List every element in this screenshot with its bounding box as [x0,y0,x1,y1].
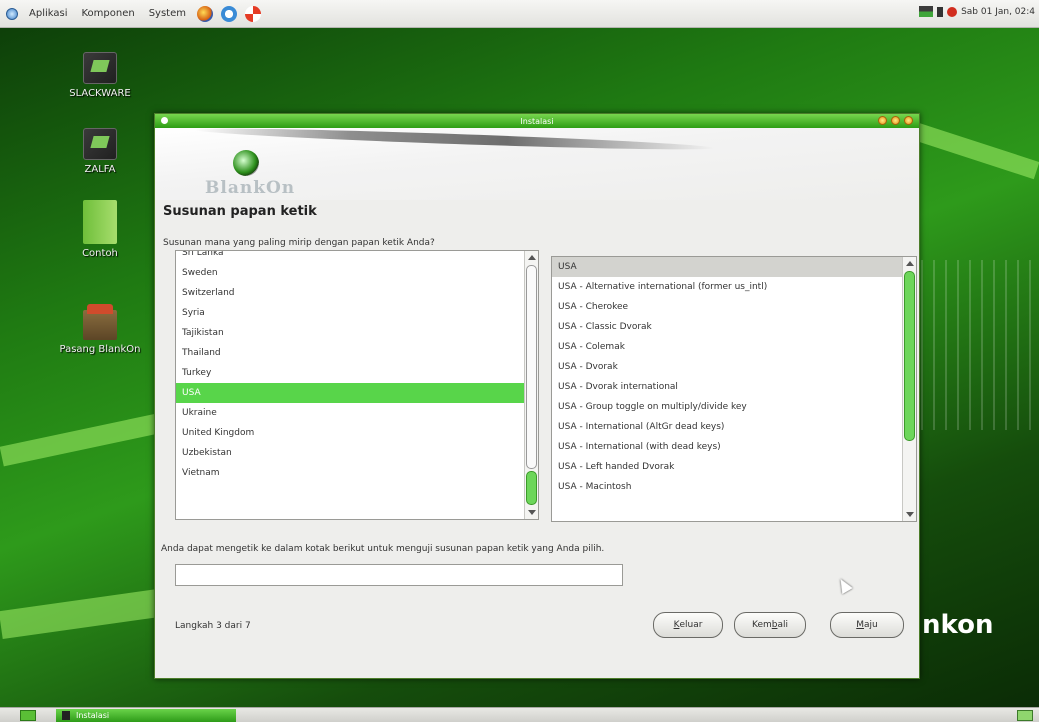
drive-icon [83,52,117,84]
banner-swoosh [194,128,716,154]
window-menu-icon[interactable] [161,117,168,124]
list-item[interactable]: USA - Colemak [552,337,916,357]
desktop-icon-slackware[interactable]: SLACKWARE [45,52,155,99]
taskbar-window-button[interactable]: Instalasi [56,709,236,722]
list-item[interactable]: USA - International (AltGr dead keys) [552,417,916,437]
next-mnemonic: M [856,620,865,630]
list-item[interactable]: Thailand [176,343,538,363]
list-item[interactable]: USA - Left handed Dvorak [552,457,916,477]
wallpaper-stripe [0,413,161,467]
volume-icon[interactable] [937,6,944,17]
desktop-icon-install[interactable]: Pasang BlankOn [45,304,155,355]
applications-menu-icon[interactable] [6,7,18,20]
firefox-icon[interactable] [197,5,213,22]
wallpaper-bridge [909,260,1039,430]
window-titlebar[interactable]: Instalasi [155,114,919,128]
show-desktop-icon[interactable] [20,710,36,721]
desktop-icon-contoh[interactable]: Contoh [45,200,155,259]
list-item[interactable]: USA - Group toggle on multiply/divide ke… [552,397,916,417]
blankon-logo-icon [233,150,259,176]
back-button[interactable]: Kem b ali [734,612,806,638]
list-item[interactable]: USA - Classic Dvorak [552,317,916,337]
installer-task-icon [62,711,70,720]
drive-icon [83,128,117,160]
desktop-icon-label: Contoh [82,248,118,259]
folder-icon [83,200,117,244]
maximize-icon[interactable] [891,116,900,125]
back-prefix: Kem [751,620,772,630]
list-item[interactable]: Turkey [176,363,538,383]
list-item[interactable]: Sweden [176,263,538,283]
list-item[interactable]: Uzbekistan [176,443,538,463]
list-item-selected[interactable]: USA [176,383,538,403]
bottom-taskbar: Instalasi [0,707,1039,722]
test-input-label: Anda dapat mengetik ke dalam kotak berik… [161,544,605,554]
variant-scrollbar[interactable] [902,257,916,521]
list-item[interactable]: USA - Cherokee [552,297,916,317]
logo-text: BlankOn [205,178,296,198]
page-title: Susunan papan ketik [163,204,317,219]
list-item[interactable]: USA - Macintosh [552,477,916,497]
keyboard-test-input[interactable] [175,564,623,586]
list-item[interactable]: Ukraine [176,403,538,423]
clock[interactable]: Sab 01 Jan, 02:4 [961,7,1035,17]
list-item[interactable]: USA - Dvorak international [552,377,916,397]
variant-list[interactable]: USA USA - Alternative international (for… [551,256,917,522]
back-rest: ali [777,620,788,630]
lifebuoy-icon[interactable] [245,5,261,22]
desktop-icon-zalfa[interactable]: ZALFA [45,128,155,175]
next-rest: aju [864,620,878,630]
minimize-icon[interactable] [878,116,887,125]
scroll-up-icon[interactable] [528,255,536,260]
package-icon [83,304,117,340]
network-icon[interactable] [919,6,934,17]
workspace-switcher-icon[interactable] [1017,710,1033,721]
scroll-down-icon[interactable] [906,512,914,517]
installer-banner: BlankOn [155,128,919,200]
help-icon[interactable] [221,5,237,22]
scroll-thumb[interactable] [526,471,537,505]
menu-components[interactable]: Komponen [78,6,137,21]
quit-button[interactable]: Keluar [653,612,723,638]
top-panel: Aplikasi Komponen System Sab 01 Jan, 02:… [0,0,1039,28]
list-item[interactable]: USA - International (with dead keys) [552,437,916,457]
desktop-icon-label: ZALFA [84,164,116,175]
country-scrollbar[interactable] [524,251,538,519]
list-item[interactable]: Vietnam [176,463,538,483]
menu-system[interactable]: System [146,6,189,21]
scroll-up-icon[interactable] [906,261,914,266]
list-item[interactable]: USA - Dvorak [552,357,916,377]
scroll-track [526,265,537,469]
scroll-down-icon[interactable] [528,510,536,515]
wallpaper-stripe [900,118,1039,180]
list-item[interactable]: Switzerland [176,283,538,303]
list-item[interactable]: United Kingdom [176,423,538,443]
list-item[interactable]: USA - Alternative international (former … [552,277,916,297]
scroll-thumb[interactable] [904,271,915,441]
list-item[interactable]: Syria [176,303,538,323]
close-icon[interactable] [904,116,913,125]
wallpaper-brand: nkon [922,610,994,640]
quit-rest: eluar [679,620,703,630]
desktop-icon-label: SLACKWARE [69,88,131,99]
wallpaper-stripe [0,589,162,639]
desktop-icon-label: Pasang BlankOn [59,344,141,355]
list-item[interactable]: Sri Lanka [176,251,538,263]
installer-window: Instalasi BlankOn Susunan papan ketik Su… [154,113,920,679]
next-button[interactable]: Maju [830,612,904,638]
list-item-selected[interactable]: USA [552,257,916,277]
country-list[interactable]: Sri Lanka Sweden Switzerland Syria Tajik… [175,250,539,520]
step-indicator: Langkah 3 dari 7 [175,621,251,631]
question-label: Susunan mana yang paling mirip dengan pa… [163,238,435,248]
window-title: Instalasi [520,116,554,126]
notification-icon[interactable] [947,6,958,17]
menu-applications[interactable]: Aplikasi [26,6,70,21]
list-item[interactable]: Tajikistan [176,323,538,343]
taskbar-window-label: Instalasi [76,711,110,720]
